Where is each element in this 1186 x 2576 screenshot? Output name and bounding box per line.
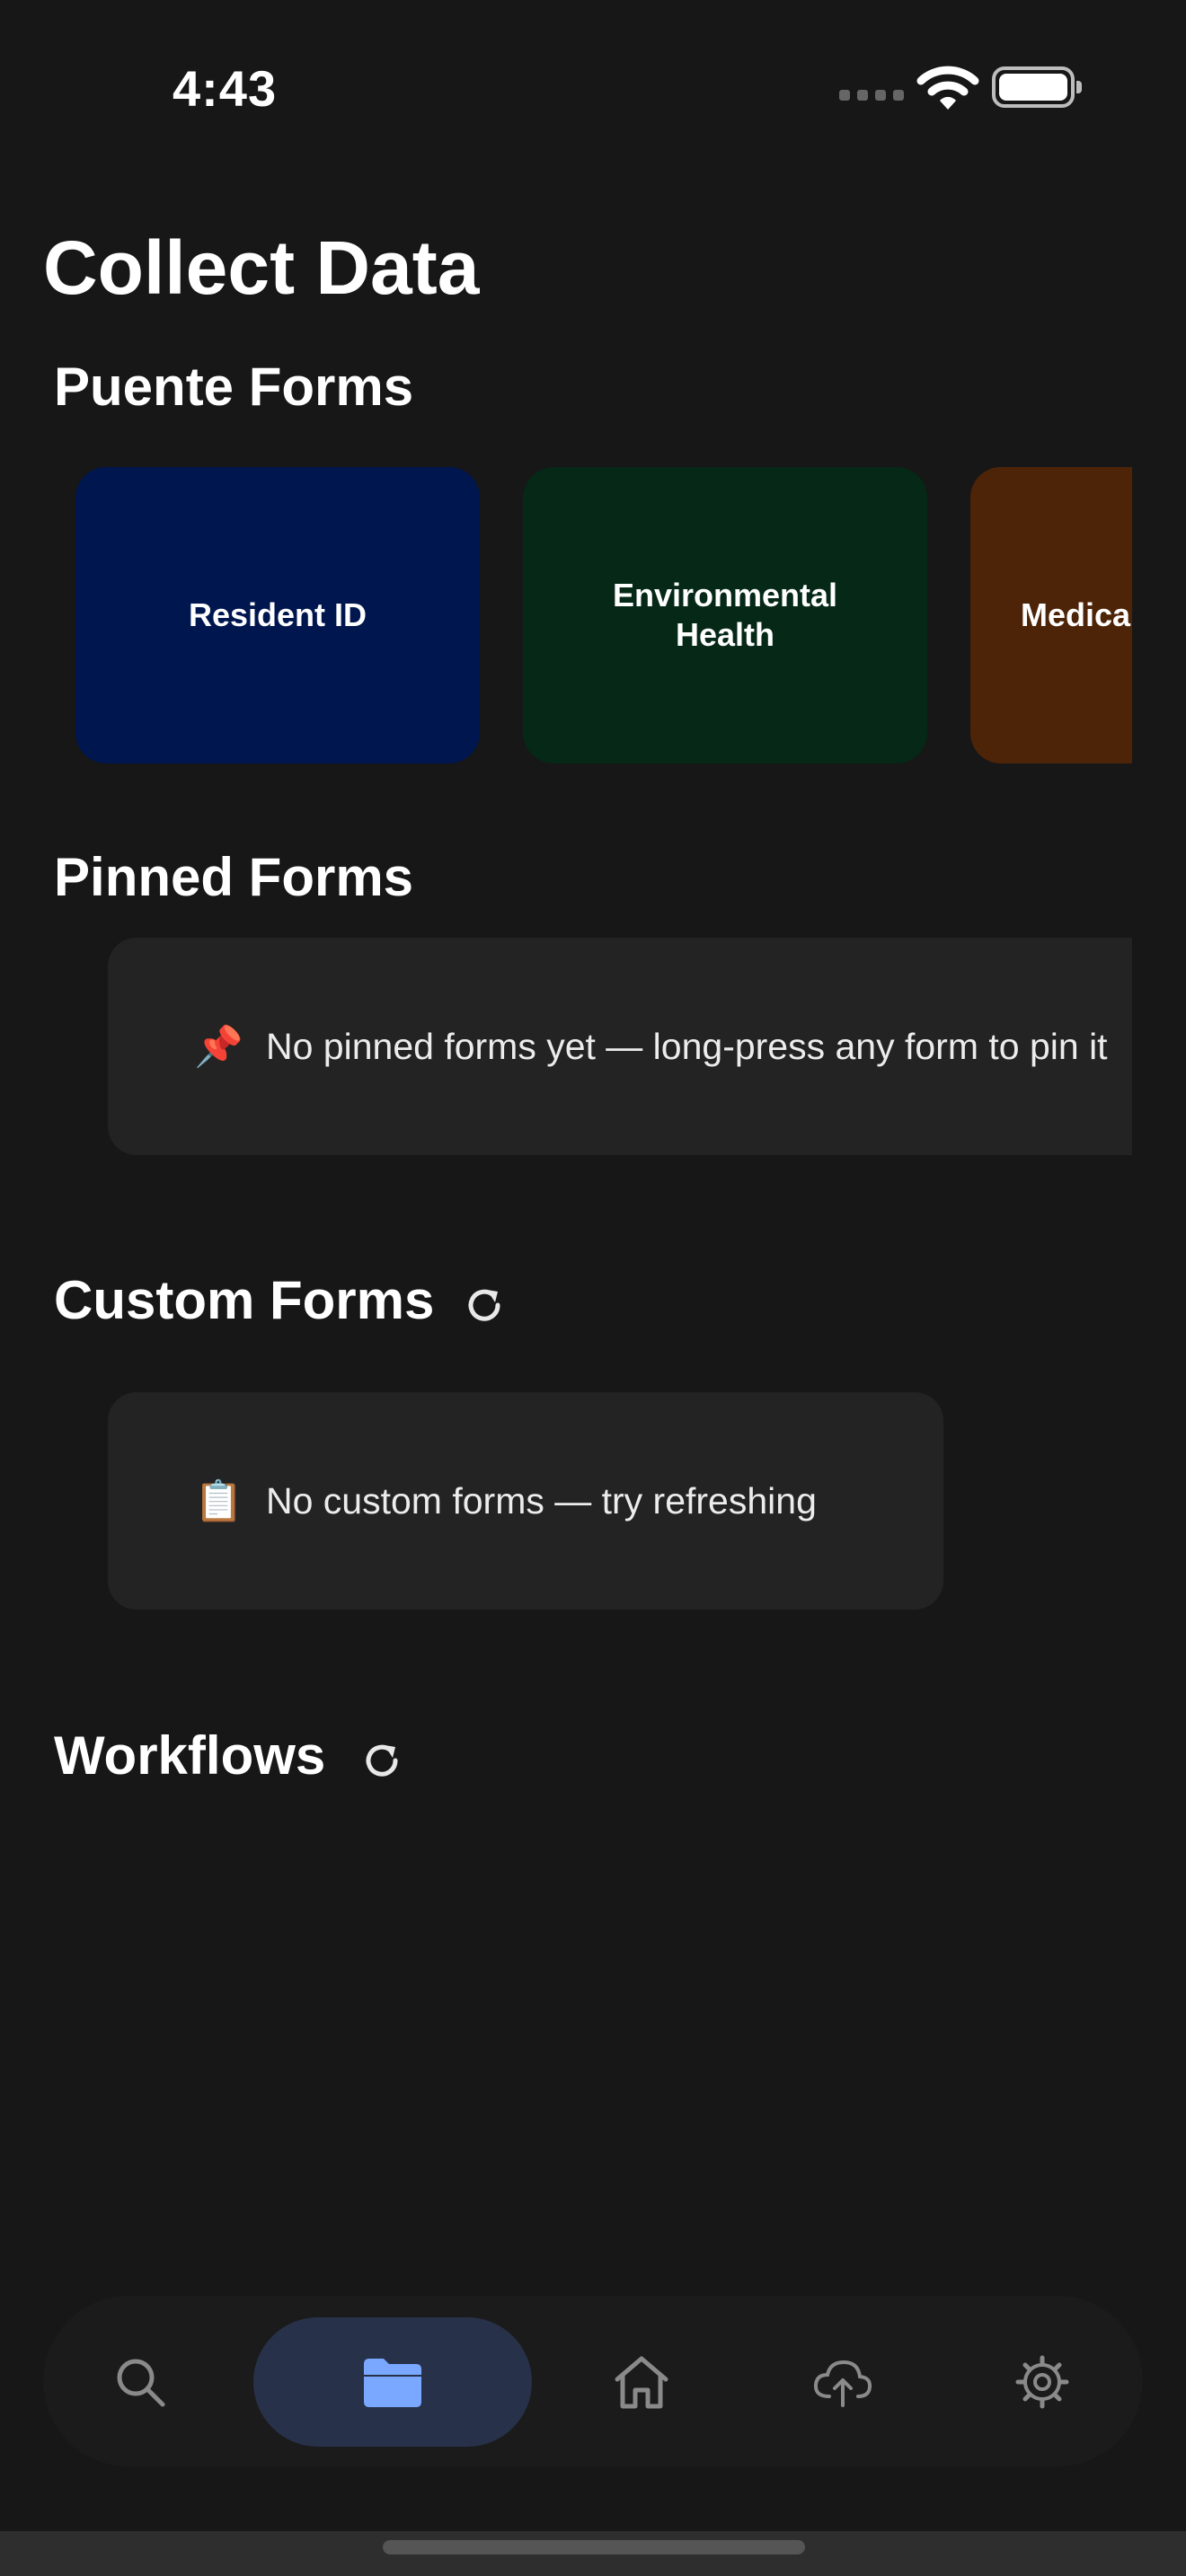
wifi-icon bbox=[916, 66, 979, 110]
workflows-title: Workflows bbox=[54, 1725, 326, 1786]
pinned-forms-title: Pinned Forms bbox=[54, 847, 414, 907]
pinned-empty-text: No pinned forms yet — long-press any for… bbox=[266, 1025, 1108, 1067]
home-indicator[interactable] bbox=[383, 2540, 805, 2554]
form-card-resident-id[interactable]: Resident ID bbox=[75, 467, 480, 763]
cloud-upload-icon bbox=[813, 2360, 872, 2407]
form-card-label: Medical bbox=[1021, 596, 1132, 633]
custom-empty-text: No custom forms — try refreshing bbox=[266, 1479, 817, 1522]
cellular-signal-icon bbox=[839, 90, 904, 101]
pinned-forms-carousel[interactable]: 📌 No pinned forms yet — long-press any f… bbox=[0, 934, 1132, 1159]
gear-icon bbox=[1015, 2355, 1069, 2409]
status-time: 4:43 bbox=[173, 60, 278, 117]
bottom-tab-bar bbox=[43, 2296, 1143, 2466]
battery-icon bbox=[992, 66, 1082, 108]
page-title: Collect Data bbox=[43, 225, 480, 310]
tab-search[interactable] bbox=[77, 2317, 203, 2447]
form-card-label: Environmental Health bbox=[612, 577, 838, 653]
refresh-icon[interactable] bbox=[361, 1740, 403, 1781]
home-icon bbox=[615, 2356, 668, 2409]
tab-home[interactable] bbox=[579, 2317, 704, 2447]
puente-forms-carousel[interactable]: Resident ID Environmental Health Medical bbox=[0, 467, 1132, 765]
form-card-medical[interactable]: Medical bbox=[970, 467, 1132, 763]
form-card-label: Resident ID bbox=[188, 596, 367, 633]
puente-forms-title: Puente Forms bbox=[54, 357, 414, 417]
custom-forms-empty-state: 📋 No custom forms — try refreshing bbox=[108, 1392, 943, 1610]
form-card-environmental-health[interactable]: Environmental Health bbox=[523, 467, 927, 763]
tab-settings[interactable] bbox=[979, 2317, 1105, 2447]
search-icon bbox=[117, 2359, 165, 2407]
folder-icon bbox=[364, 2359, 421, 2407]
status-bar: 4:43 bbox=[0, 0, 1186, 171]
custom-forms-title: Custom Forms bbox=[54, 1270, 435, 1330]
clipboard-icon: 📋 bbox=[194, 1479, 243, 1523]
pinned-forms-empty-state: 📌 No pinned forms yet — long-press any f… bbox=[108, 938, 1132, 1155]
pushpin-icon: 📌 bbox=[194, 1025, 243, 1069]
refresh-icon[interactable] bbox=[464, 1284, 505, 1326]
tab-forms[interactable] bbox=[330, 2317, 456, 2447]
tab-upload[interactable] bbox=[780, 2317, 906, 2447]
